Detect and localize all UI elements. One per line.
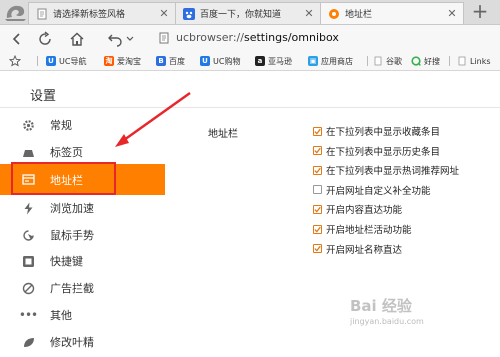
watermark-text: Bai 经验	[350, 297, 412, 315]
annotation-arrow-icon	[115, 91, 191, 147]
watermark: Bai 经验 jingyan.baidu.com	[350, 295, 424, 326]
watermark-subtext: jingyan.baidu.com	[350, 317, 424, 326]
